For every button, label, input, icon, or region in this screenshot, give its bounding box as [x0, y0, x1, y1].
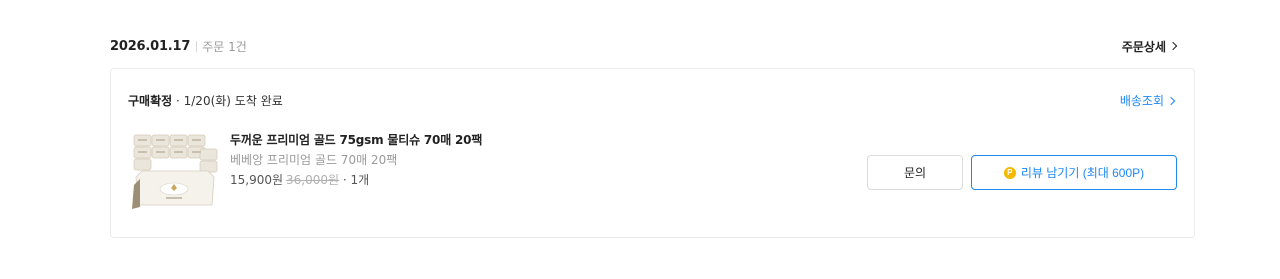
point-coin-icon: P [1003, 166, 1016, 179]
product-option: 베베앙 프리미엄 골드 70매 20팩 [230, 153, 398, 167]
order-card: 구매확정 · 1/20(화) 도착 완료 배송조회 두꺼운 프리미엄 골드 75… [110, 68, 1195, 238]
product-original-price: 36,000원 [286, 173, 340, 187]
product-info: 두꺼운 프리미엄 골드 75gsm 물티슈 70매 20팩 베베앙 프리미엄 골… [230, 131, 482, 188]
product-name[interactable]: 두꺼운 프리미엄 골드 75gsm 물티슈 70매 20팩 [230, 131, 482, 148]
header-divider [196, 40, 198, 52]
status-label: 구매확정 [128, 94, 173, 108]
order-count: 주문 1건 [202, 39, 247, 54]
chevron-right-icon [1168, 41, 1178, 51]
wet-wipes-product-image [132, 134, 218, 209]
chevron-right-icon [1166, 96, 1176, 105]
write-review-label: 리뷰 남기기 (최대 600P) [1020, 166, 1145, 180]
tracking-label: 배송조회 [1119, 94, 1164, 108]
product-thumbnail[interactable] [130, 131, 220, 211]
product-price-line: 15,900원 36,000원 · 1개 [230, 171, 482, 188]
order-date: 2026.01.17 [110, 38, 191, 54]
product-quantity: · 1개 [342, 173, 370, 187]
status-detail: · 1/20(화) 도착 완료 [176, 94, 283, 108]
write-review-button[interactable]: P 리뷰 남기기 (최대 600P) [971, 155, 1177, 190]
order-status: 구매확정 · 1/20(화) 도착 완료 [128, 92, 283, 109]
inquiry-button[interactable]: 문의 [867, 155, 963, 190]
order-detail-link[interactable]: 주문상세 [1121, 38, 1178, 55]
order-detail-label: 주문상세 [1121, 39, 1166, 54]
order-header: 2026.01.17 주문 1건 주문상세 [110, 36, 1178, 56]
tracking-link[interactable]: 배송조회 [1119, 92, 1176, 109]
product-price: 15,900원 [230, 173, 284, 187]
